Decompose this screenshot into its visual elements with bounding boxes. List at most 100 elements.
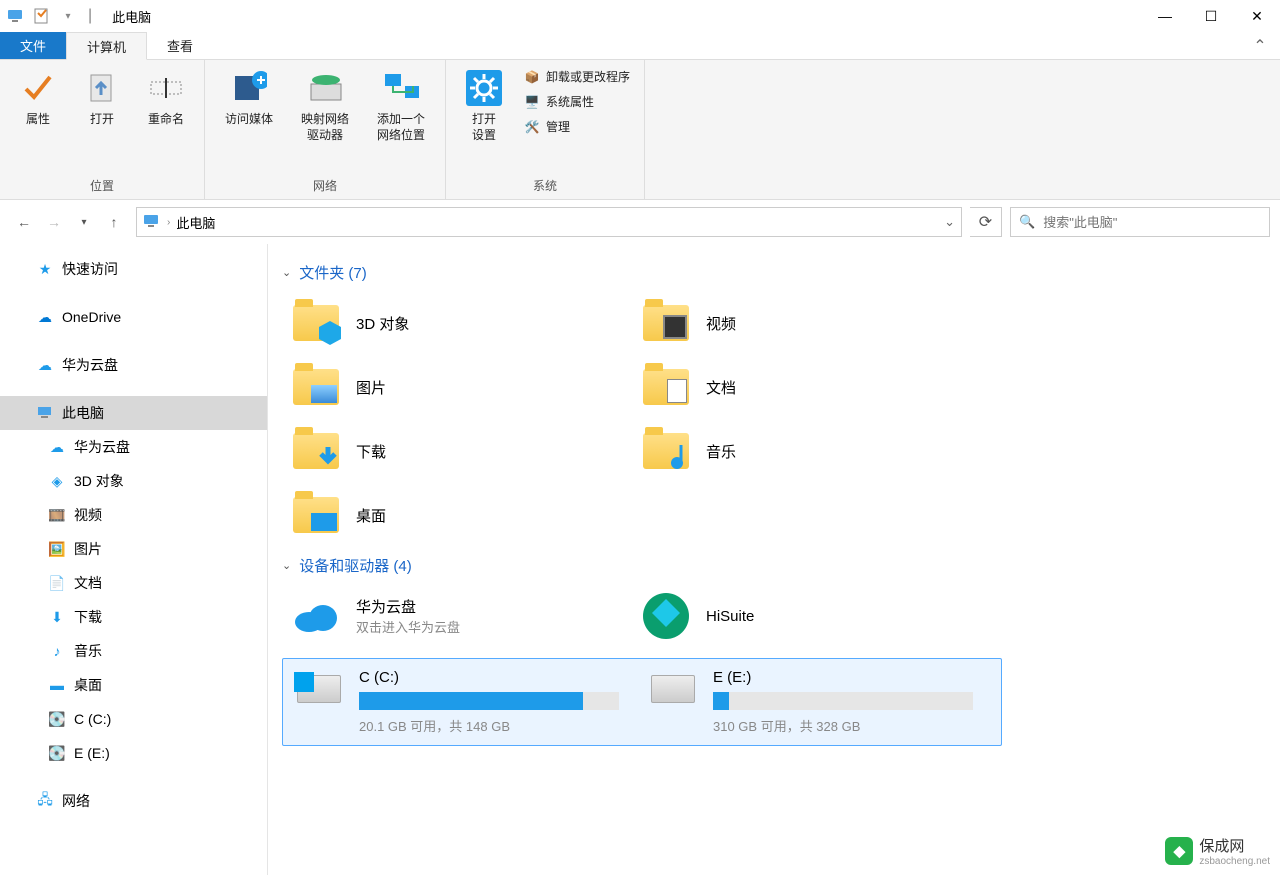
up-button[interactable]: ↑ [100,208,128,236]
uninstall-programs-button[interactable]: 📦卸载或更改程序 [524,68,630,85]
address-bar-row: ← → ▾ ↑ › 此电脑 ⌄ ⟳ 🔍 [0,200,1280,244]
pc-icon [36,404,54,422]
folder-icon [640,297,692,349]
close-button[interactable]: ✕ [1234,0,1280,32]
folder-3d-objects[interactable]: 3D 对象 [282,291,632,355]
group-label-system: 系统 [452,177,638,197]
document-icon: 📄 [48,574,66,592]
nav-sub-e-drive[interactable]: 💽E (E:) [0,736,267,770]
folder-downloads[interactable]: 下载 [282,419,632,483]
drive-icon: 💽 [48,710,66,728]
drive-icon [293,669,345,709]
nav-sub-downloads[interactable]: ⬇下载 [0,600,267,634]
network-icon: 🖧 [36,792,54,810]
nav-sub-huawei[interactable]: ☁华为云盘 [0,430,267,464]
system-properties-button[interactable]: 🖥️系统属性 [524,93,630,110]
drive-e[interactable]: E (E:) 310 GB 可用，共 328 GB [647,669,991,735]
folder-pictures[interactable]: 图片 [282,355,632,419]
cloud-icon [290,590,342,642]
refresh-button[interactable]: ⟳ [970,207,1002,237]
nav-sub-documents[interactable]: 📄文档 [0,566,267,600]
ribbon-group-location: 属性 打开 重命名 位置 [0,60,205,199]
qat-dropdown-icon[interactable]: ▾ [58,6,78,26]
folder-icon [290,297,342,349]
recent-locations-button[interactable]: ▾ [70,208,98,236]
forward-button[interactable]: → [40,208,68,236]
drive-icon: 💽 [48,744,66,762]
checkmark-icon [20,70,56,106]
address-bar[interactable]: › 此电脑 ⌄ [136,207,962,237]
access-media-button[interactable]: 访问媒体 [211,64,287,177]
chevron-right-icon[interactable]: › [167,217,170,228]
open-icon [84,70,120,106]
ribbon-tabs: 文件 计算机 查看 ⌃ [0,32,1280,60]
open-settings-button[interactable]: 打开 设置 [452,64,516,177]
shield-icon: ◆ [1165,837,1193,865]
tab-computer[interactable]: 计算机 [66,32,147,60]
nav-onedrive[interactable]: ☁OneDrive [0,300,267,334]
folder-documents[interactable]: 文档 [632,355,982,419]
folder-icon [640,361,692,413]
ribbon-group-system: 打开 设置 📦卸载或更改程序 🖥️系统属性 🛠️管理 系统 [446,60,645,199]
group-header-drives[interactable]: ⌄设备和驱动器 (4) [282,547,1266,584]
tab-view[interactable]: 查看 [147,32,213,59]
nav-sub-music[interactable]: ♪音乐 [0,634,267,668]
navigation-pane: ★快速访问 ☁OneDrive ☁华为云盘 此电脑 ☁华为云盘 ◈3D 对象 🎞… [0,244,268,875]
drive-huawei-cloud[interactable]: 华为云盘双击进入华为云盘 [282,584,632,648]
media-icon [231,70,267,106]
nav-sub-desktop[interactable]: ▬桌面 [0,668,267,702]
nav-this-pc[interactable]: 此电脑 [0,396,267,430]
cloud-icon: ☁ [48,438,66,456]
music-icon: ♪ [48,642,66,660]
search-icon: 🔍 [1019,214,1035,230]
group-label-network: 网络 [211,177,439,197]
address-dropdown-icon[interactable]: ⌄ [944,214,955,230]
box-icon: 📦 [524,69,540,85]
usage-bar-c [359,692,619,710]
cloud-icon: ☁ [36,308,54,326]
drive-c[interactable]: C (C:) 20.1 GB 可用，共 148 GB [293,669,637,735]
back-button[interactable]: ← [10,208,38,236]
maximize-button[interactable]: ☐ [1188,0,1234,32]
group-header-folders[interactable]: ⌄文件夹 (7) [282,254,1266,291]
tab-file[interactable]: 文件 [0,32,66,59]
rename-button[interactable]: 重命名 [134,64,198,177]
nav-huawei-cloud[interactable]: ☁华为云盘 [0,348,267,382]
minimize-button[interactable]: — [1142,0,1188,32]
content-pane: ⌄文件夹 (7) 3D 对象 视频 图片 文档 下载 音乐 桌面 ⌄设备和驱动器… [268,244,1280,875]
search-input[interactable] [1043,215,1261,230]
chevron-down-icon: ⌄ [282,266,291,279]
properties-qat-icon[interactable] [32,6,52,26]
watermark: ◆ 保成网zsbaocheng.net [1165,835,1270,867]
folder-videos[interactable]: 视频 [632,291,982,355]
nav-quick-access[interactable]: ★快速访问 [0,252,267,286]
ribbon-group-network: 访问媒体 映射网络 驱动器 添加一个 网络位置 网络 [205,60,446,199]
drive-icon [647,669,699,709]
film-icon: 🎞️ [48,506,66,524]
properties-button[interactable]: 属性 [6,64,70,177]
gear-icon [466,70,502,106]
quick-access-toolbar: ▾ | [0,6,102,26]
folder-desktop[interactable]: 桌面 [282,483,632,547]
map-drive-button[interactable]: 映射网络 驱动器 [287,64,363,177]
pc-icon [6,6,26,26]
cube-icon: ◈ [48,472,66,490]
desktop-icon: ▬ [48,676,66,694]
star-icon: ★ [36,260,54,278]
open-button[interactable]: 打开 [70,64,134,177]
monitor-icon: 🖥️ [524,94,540,110]
search-box[interactable]: 🔍 [1010,207,1270,237]
ribbon: 属性 打开 重命名 位置 访问媒体 映射网络 驱动器 [0,60,1280,200]
manage-button[interactable]: 🛠️管理 [524,118,630,135]
folder-music[interactable]: 音乐 [632,419,982,483]
nav-sub-c-drive[interactable]: 💽C (C:) [0,702,267,736]
nav-sub-video[interactable]: 🎞️视频 [0,498,267,532]
nav-sub-3d[interactable]: ◈3D 对象 [0,464,267,498]
add-network-location-button[interactable]: 添加一个 网络位置 [363,64,439,177]
qat-divider: | [88,7,92,25]
collapse-ribbon-button[interactable]: ⌃ [1240,32,1280,59]
nav-network[interactable]: 🖧网络 [0,784,267,818]
nav-sub-pictures[interactable]: 🖼️图片 [0,532,267,566]
breadcrumb-this-pc[interactable]: 此电脑 [176,213,215,232]
drive-hisuite[interactable]: HiSuite [632,584,982,648]
